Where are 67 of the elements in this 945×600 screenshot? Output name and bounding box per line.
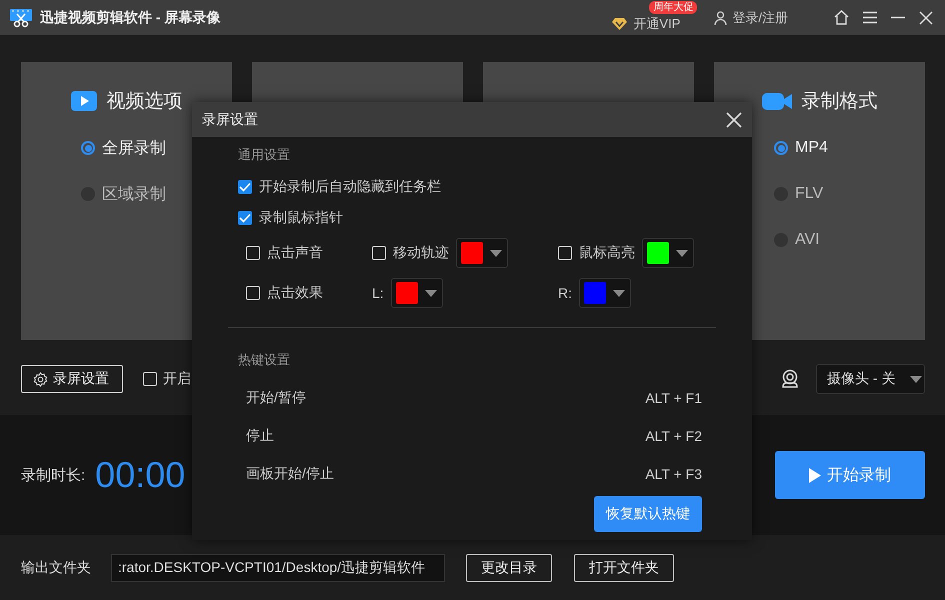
checkbox-label: 鼠标高亮 <box>579 244 635 262</box>
caret-icon <box>910 376 922 382</box>
hotkey-action: 画板开始/停止 <box>246 465 334 483</box>
hotkey-keys: ALT + F2 <box>645 428 702 444</box>
hotkey-action: 停止 <box>246 427 274 445</box>
option-label: 全屏录制 <box>102 138 166 158</box>
checkbox[interactable] <box>238 180 252 194</box>
app-title: 迅捷视频剪辑软件 - 屏幕录像 <box>40 8 220 26</box>
login-link[interactable]: 登录/注册 <box>732 8 788 26</box>
checkbox[interactable] <box>238 211 252 225</box>
color-picker[interactable] <box>456 238 508 268</box>
folder-button[interactable]: 打开文件夹 <box>574 554 674 582</box>
play-icon <box>809 468 821 482</box>
panel-title: 视频选项 <box>106 90 182 114</box>
dropdown-arrow-icon <box>490 250 502 256</box>
hotkey-action: 开始/暂停 <box>246 389 306 407</box>
checkbox-label: 移动轨迹 <box>393 244 449 262</box>
vip-link[interactable]: 开通VIP <box>633 14 680 32</box>
promo-badge: 周年大促 <box>649 0 698 14</box>
output-folder-label: 输出文件夹 <box>21 558 91 576</box>
duration-timer: 00:00 <box>95 454 186 496</box>
play-icon <box>70 91 96 111</box>
section-heading: 通用设置 <box>238 146 291 164</box>
section-heading: 热键设置 <box>238 351 291 369</box>
home-icon[interactable] <box>834 10 849 25</box>
output-path-field[interactable]: :rator.DESKTOP-VCPTI01/Desktop/迅捷剪辑软件 <box>111 554 445 582</box>
color-picker[interactable] <box>642 238 694 268</box>
radio-button[interactable] <box>81 141 95 155</box>
checkbox[interactable] <box>372 246 386 260</box>
dialog-title: 录屏设置 <box>202 110 258 128</box>
webcam-icon <box>780 369 800 389</box>
camera-dropdown[interactable]: 摄像头 - 关 <box>816 364 925 394</box>
picker-label: L: <box>372 285 384 301</box>
option-label: AVI <box>795 231 820 249</box>
close-icon[interactable] <box>726 112 742 128</box>
checkbox[interactable] <box>143 372 157 386</box>
gear-icon <box>33 372 48 386</box>
diamond-icon <box>612 17 628 30</box>
film-scissors-logo-icon <box>10 8 32 28</box>
video-camera-icon <box>762 91 792 111</box>
option-label: MP4 <box>795 139 828 157</box>
dropdown-arrow-icon <box>424 290 437 296</box>
color-picker[interactable] <box>390 278 443 308</box>
checkbox[interactable] <box>558 246 572 260</box>
checkbox[interactable] <box>246 286 260 300</box>
color-picker[interactable] <box>579 278 631 308</box>
picker-label: R: <box>558 285 572 301</box>
menu-icon[interactable] <box>863 11 877 24</box>
checkbox-label: 开启 <box>163 370 191 388</box>
option-label: 区域录制 <box>102 184 166 204</box>
user-icon <box>714 10 728 24</box>
hotkey-keys: ALT + F3 <box>645 466 702 482</box>
close-icon[interactable] <box>919 10 933 24</box>
dropdown-arrow-icon <box>676 250 688 256</box>
radio-button[interactable] <box>774 141 788 155</box>
dropdown-arrow-icon <box>613 290 625 296</box>
panel-title: 录制格式 <box>802 90 878 114</box>
checkbox-label: 点击效果 <box>267 284 323 302</box>
option-label: FLV <box>795 185 824 203</box>
checkbox-label: 开始录制后自动隐藏到任务栏 <box>259 178 441 196</box>
checkbox-label: 点击声音 <box>267 244 323 262</box>
folder-button[interactable]: 更改目录 <box>466 554 552 582</box>
checkbox[interactable] <box>246 246 260 260</box>
hotkey-keys: ALT + F1 <box>645 390 702 406</box>
checkbox-label: 录制鼠标指针 <box>259 209 343 227</box>
settings-button[interactable]: 录屏设置 <box>21 365 123 393</box>
duration-label: 录制时长: <box>21 466 86 484</box>
